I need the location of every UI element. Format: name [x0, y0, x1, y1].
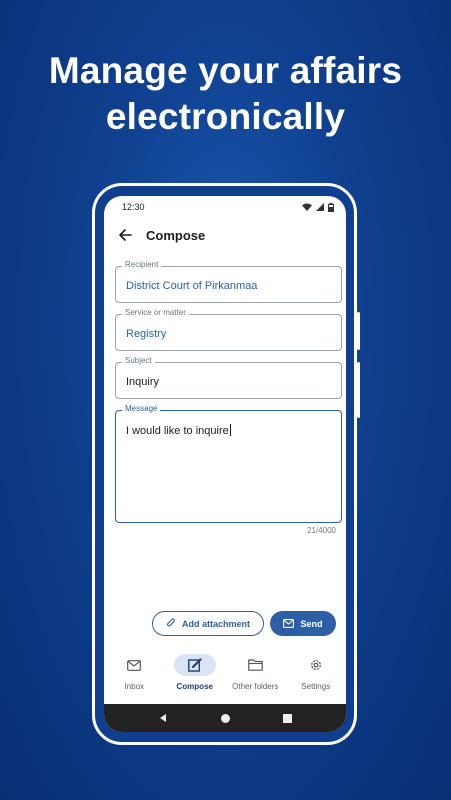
headline-line-2: electronically — [105, 96, 346, 137]
paperclip-icon — [166, 618, 176, 627]
service-value: Registry — [126, 328, 167, 340]
signal-icon — [316, 203, 324, 211]
phone-side-button — [357, 312, 360, 350]
service-field[interactable]: Service or matter Registry — [115, 308, 342, 351]
gear-icon — [310, 660, 321, 670]
recipient-value: District Court of Pirkanmaa — [126, 280, 258, 292]
nav-label-compose: Compose — [176, 682, 213, 691]
wifi-icon — [302, 203, 312, 211]
service-label: Service or matter — [122, 308, 189, 317]
recipient-field[interactable]: Recipient District Court of Pirkanmaa — [115, 260, 342, 303]
message-label: Message — [122, 404, 161, 413]
mail-icon — [127, 659, 142, 671]
nav-item-other-folders[interactable]: Other folders — [226, 648, 284, 691]
nav-label-settings: Settings — [301, 682, 331, 691]
character-counter: 21/4000 — [307, 526, 336, 535]
status-time: 12:30 — [122, 202, 145, 212]
system-back-icon[interactable] — [158, 713, 168, 723]
arrow-left-icon[interactable] — [116, 226, 134, 244]
subject-value: Inquiry — [126, 376, 160, 388]
status-bar: 12:30 — [104, 196, 346, 218]
add-attachment-button[interactable]: Add attachment — [152, 611, 264, 636]
nav-item-settings[interactable]: Settings — [287, 648, 345, 691]
message-field[interactable]: Message I would like to inquire — [115, 404, 342, 523]
recipient-label: Recipient — [122, 260, 162, 269]
headline-line-1: Manage your affairs — [48, 50, 403, 91]
app-screen: 12:30 Compose Recipient District Court o… — [104, 196, 346, 732]
headline: Manage your affairs electronically — [0, 48, 451, 140]
nav-label-other-folders: Other folders — [232, 682, 279, 691]
text-cursor — [229, 424, 231, 436]
edit-icon — [187, 658, 202, 672]
system-recents-icon[interactable] — [283, 713, 292, 723]
system-home-icon[interactable] — [220, 713, 231, 724]
bottom-navigation: Inbox Compose Other folders Settings — [104, 648, 346, 702]
page-title: Compose — [146, 227, 206, 243]
app-bar: Compose — [104, 218, 346, 252]
send-button[interactable]: Send — [270, 611, 336, 636]
nav-label-inbox: Inbox — [124, 682, 145, 691]
phone-volume-button — [357, 362, 360, 418]
message-text: I would like to inquire — [126, 425, 229, 437]
nav-item-compose[interactable]: Compose — [166, 648, 224, 691]
battery-icon — [328, 202, 334, 212]
subject-field[interactable]: Subject Inquiry — [115, 356, 342, 399]
subject-label: Subject — [122, 356, 155, 365]
system-navigation-bar — [104, 704, 346, 732]
nav-item-inbox[interactable]: Inbox — [105, 648, 163, 691]
send-mail-icon — [283, 619, 295, 628]
send-label: Send — [300, 618, 323, 629]
message-value: I would like to inquire — [126, 424, 231, 437]
folder-icon — [247, 659, 263, 671]
add-attachment-label: Add attachment — [181, 618, 250, 629]
